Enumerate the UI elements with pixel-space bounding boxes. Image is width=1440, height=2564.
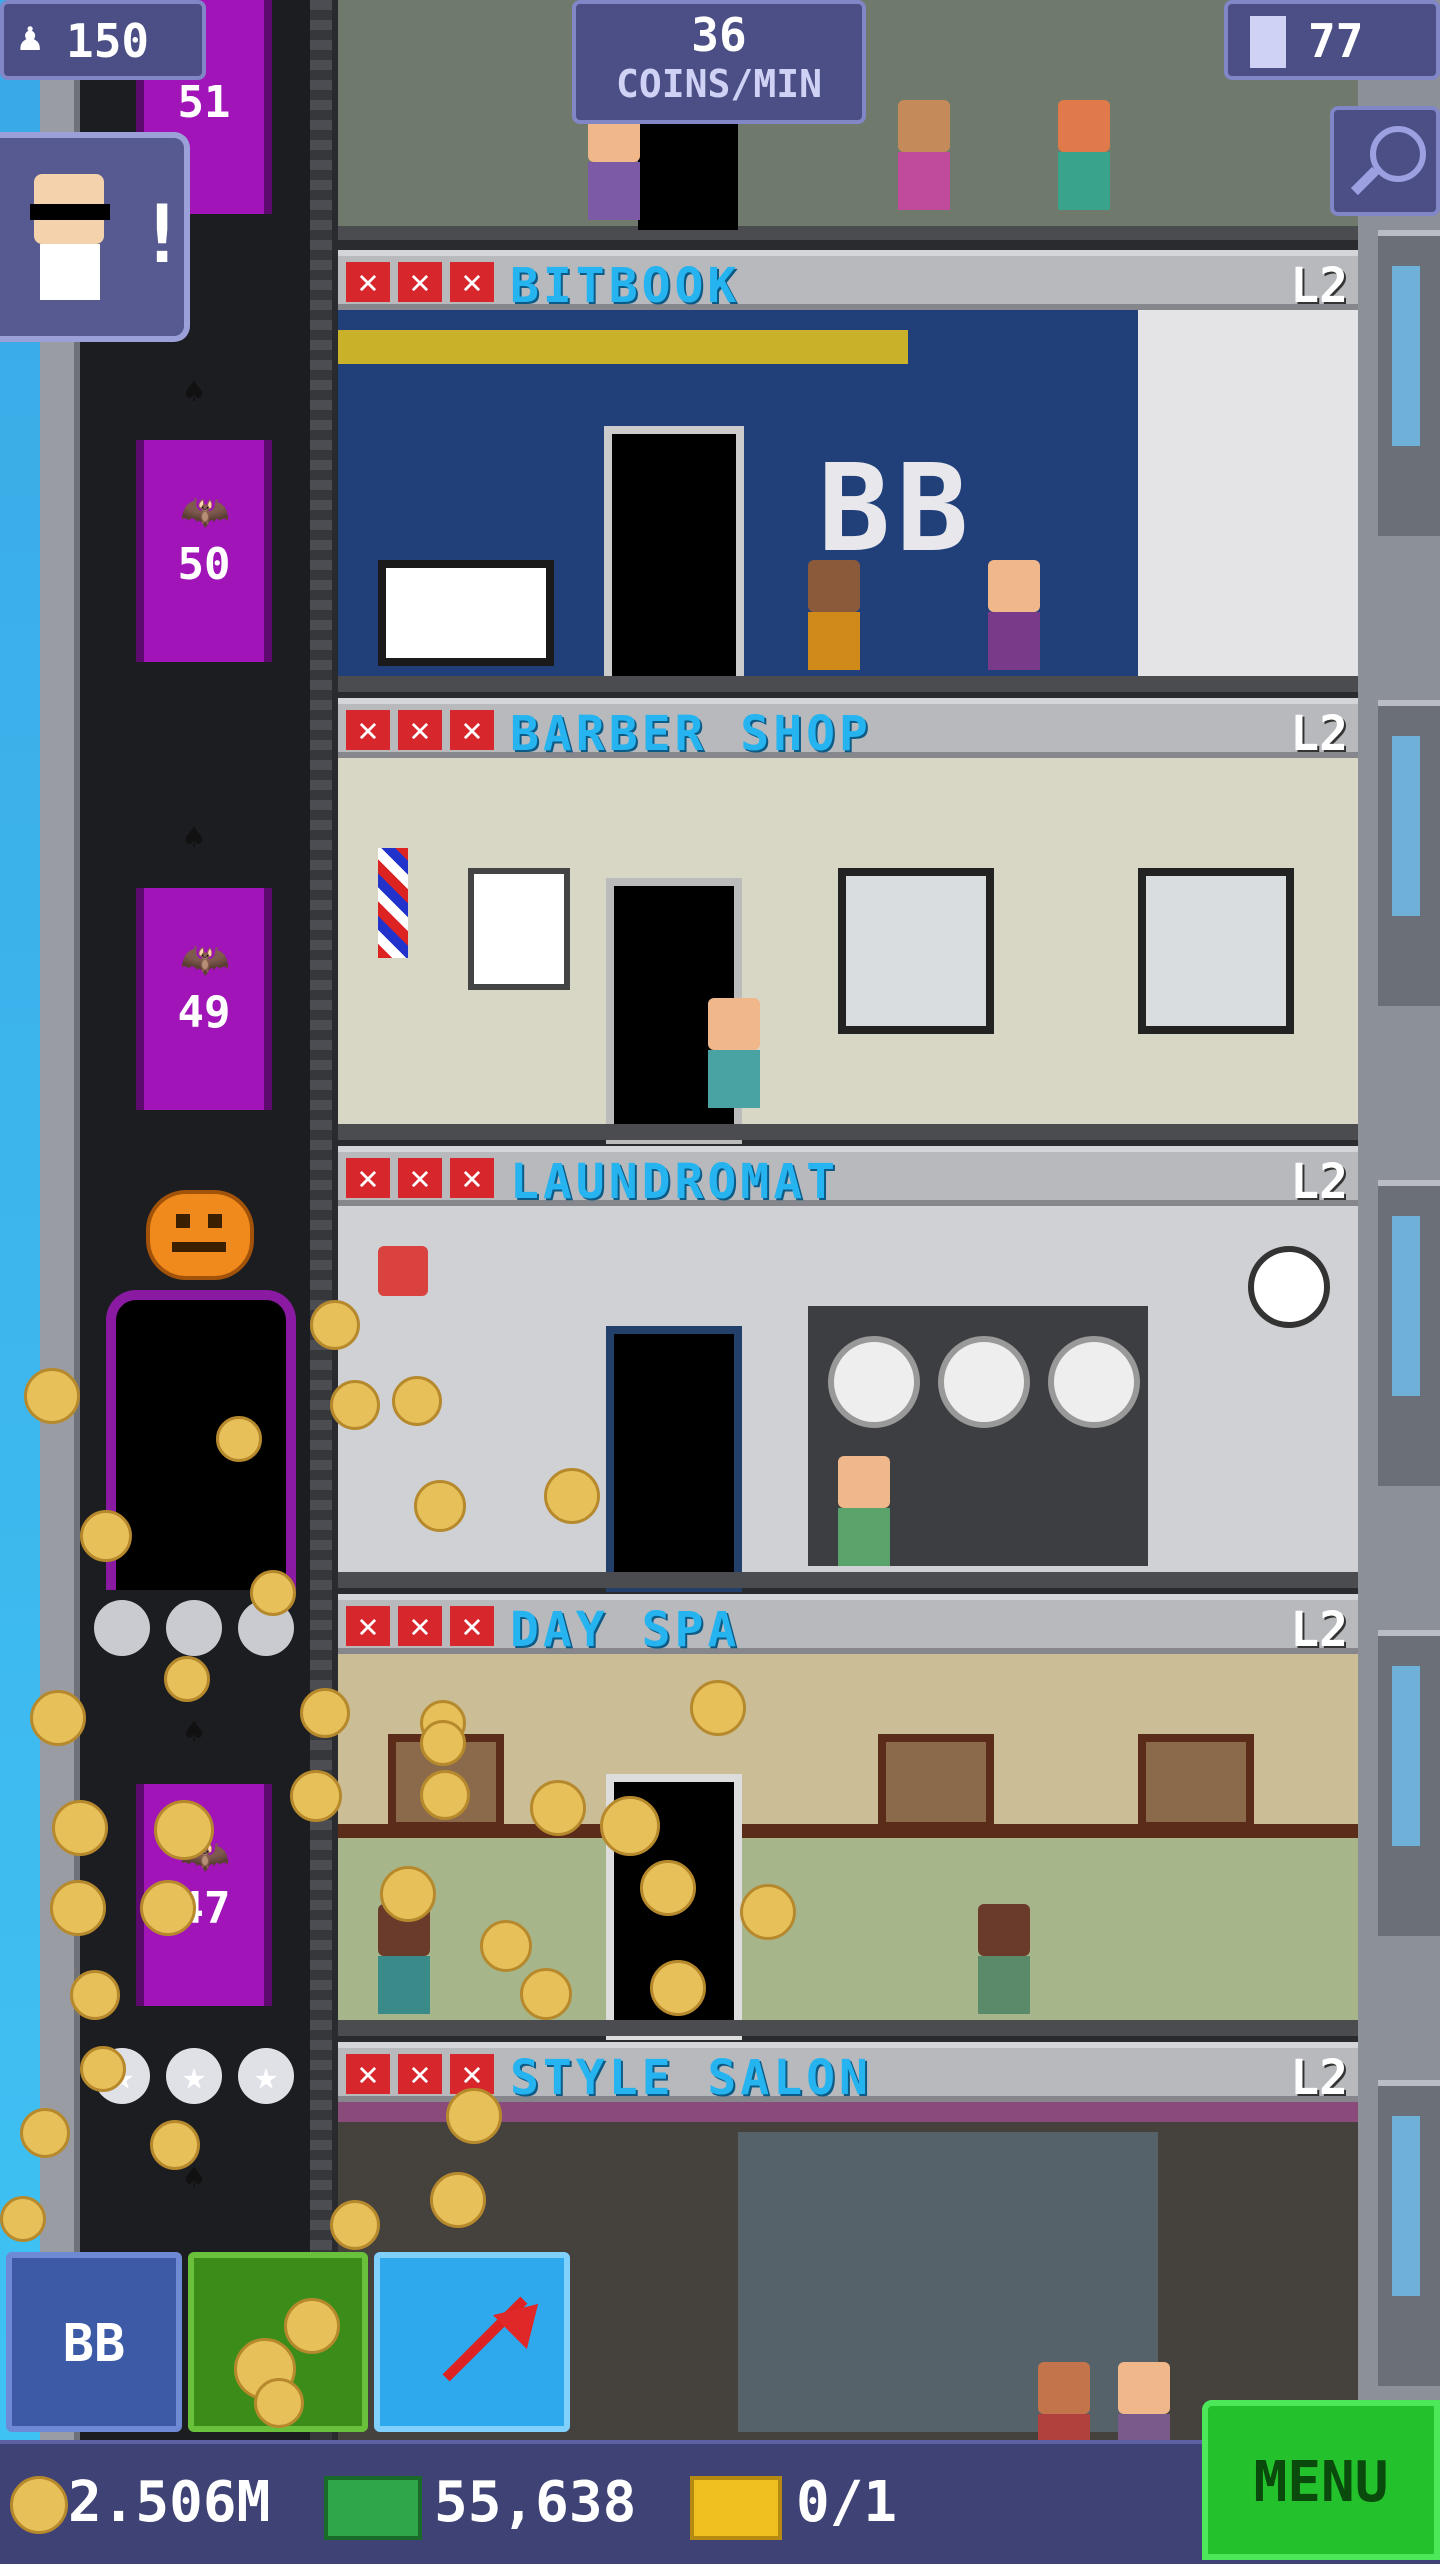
floor-room[interactable]: [338, 1206, 1358, 1592]
floor-room[interactable]: [338, 1654, 1358, 2040]
bux-balance: 55,638: [434, 2470, 637, 2535]
empty-stock-icon: ✕: [450, 1606, 494, 1646]
bitbook-label: BB: [62, 2314, 126, 2374]
elevator-floor-number: 51: [177, 77, 231, 128]
vip-visitor-button[interactable]: !: [0, 132, 190, 342]
population-counter[interactable]: ♟ 150: [0, 0, 206, 80]
spade-icon: ♠: [183, 818, 205, 858]
resident[interactable]: [838, 1456, 890, 1566]
floor-level: L2: [1290, 1602, 1348, 1658]
clock-icon: [1248, 1246, 1330, 1328]
floor-name: STYLE SALON: [510, 2050, 872, 2106]
empty-stock-icon: ✕: [398, 710, 442, 750]
resident[interactable]: [808, 560, 860, 670]
empty-stock-icon: ✕: [346, 1158, 390, 1198]
floor-room[interactable]: BB: [338, 310, 1358, 692]
empty-stock-icon: ✕: [398, 1606, 442, 1646]
tombstone-icon: [166, 1600, 222, 1656]
resident[interactable]: [978, 1904, 1030, 2014]
elevator-car-49[interactable]: 🦇 49: [136, 888, 272, 1110]
coins-rate-value: 36: [691, 8, 747, 62]
coin-icon: [254, 2378, 304, 2428]
coffin-elevator[interactable]: [106, 1290, 296, 1590]
star-icon: ★: [238, 2048, 294, 2104]
empty-stock-icon: ✕: [398, 262, 442, 302]
bitbook-logo: BB: [818, 440, 975, 579]
floor-room[interactable]: [338, 758, 1358, 1144]
side-window: [1378, 1630, 1440, 1936]
population-value: 150: [66, 14, 150, 68]
bat-icon: 🦇: [180, 489, 230, 535]
elevator-cable: [310, 0, 332, 2440]
floor-day-spa[interactable]: ✕ ✕ ✕ DAY SPA L2: [338, 1594, 1358, 2044]
person-icon: ♟: [18, 14, 43, 60]
floor-door: [606, 1326, 742, 1592]
pumpkin-icon: [146, 1190, 254, 1280]
empty-stock-icon: ✕: [398, 1158, 442, 1198]
bitbook-button[interactable]: BB: [6, 2252, 182, 2432]
bux-icon: [324, 2476, 422, 2540]
resident[interactable]: [988, 560, 1040, 670]
floors-counter[interactable]: 77: [1224, 0, 1440, 80]
floor-level: L2: [1290, 2050, 1348, 2106]
no-sign-icon: [378, 1246, 428, 1296]
floor-barber-shop[interactable]: ✕ ✕ ✕ BARBER SHOP L2: [338, 698, 1358, 1148]
floor-door: [604, 426, 744, 692]
floor-header: ✕ ✕ ✕ DAY SPA L2: [338, 1594, 1358, 1658]
floor-bitbook[interactable]: ✕ ✕ ✕ BITBOOK L2 BB: [338, 250, 1358, 700]
coins-button[interactable]: [188, 2252, 368, 2432]
floor-name: DAY SPA: [510, 1602, 741, 1658]
empty-stock-icon: ✕: [346, 262, 390, 302]
floor-name: BITBOOK: [510, 258, 741, 314]
side-window: [1378, 700, 1440, 1006]
empty-stock-icon: ✕: [450, 1158, 494, 1198]
alert-icon: !: [138, 188, 187, 281]
elevator-floor-number: 49: [177, 987, 231, 1038]
side-window: [1378, 1180, 1440, 1486]
resident[interactable]: [898, 100, 950, 210]
empty-stock-icon: ✕: [398, 2054, 442, 2094]
coin-icon: [284, 2298, 340, 2354]
floor-header: ✕ ✕ ✕ BITBOOK L2: [338, 250, 1358, 314]
floor-name: LAUNDROMAT: [510, 1154, 839, 1210]
star-icon: ★: [166, 2048, 222, 2104]
floor-header: ✕ ✕ ✕ BARBER SHOP L2: [338, 698, 1358, 762]
spade-icon: ♠: [183, 372, 205, 412]
tower-left-wall: [40, 0, 80, 2440]
coins-per-minute: 36 COINS/MIN: [572, 0, 866, 124]
coins-balance: 2.506M: [68, 2470, 271, 2535]
coin-icon: [10, 2476, 68, 2534]
floor-header: ✕ ✕ ✕ LAUNDROMAT L2: [338, 1146, 1358, 1210]
empty-stock-icon: ✕: [346, 1606, 390, 1646]
floor-level: L2: [1290, 258, 1348, 314]
elevator-floor-number: 50: [177, 539, 231, 590]
side-window: [1378, 2080, 1440, 2386]
search-button[interactable]: [1330, 106, 1440, 216]
resident[interactable]: [708, 998, 760, 1108]
empty-stock-icon: ✕: [346, 2054, 390, 2094]
floors-value: 77: [1308, 14, 1364, 68]
star-row: ★ ★ ★: [94, 2048, 304, 2104]
menu-button[interactable]: MENU: [1202, 2400, 1440, 2560]
floor-laundromat[interactable]: ✕ ✕ ✕ LAUNDROMAT L2: [338, 1146, 1358, 1596]
raise-elevator-button[interactable]: [374, 2252, 570, 2432]
building-icon: [1250, 16, 1286, 68]
coins-rate-unit: COINS/MIN: [616, 62, 822, 106]
side-window: [1378, 230, 1440, 536]
resident[interactable]: [1058, 100, 1110, 210]
empty-stock-icon: ✕: [450, 262, 494, 302]
menu-label: MENU: [1253, 2450, 1389, 2515]
elevator-car-50[interactable]: 🦇 50: [136, 440, 272, 662]
floor-level: L2: [1290, 706, 1348, 762]
empty-stock-icon: ✕: [346, 710, 390, 750]
floor-name: BARBER SHOP: [510, 706, 872, 762]
ticket-icon: [690, 2476, 782, 2540]
tombstone-icon: [94, 1600, 150, 1656]
empty-stock-icon: ✕: [450, 710, 494, 750]
floor-level: L2: [1290, 1154, 1348, 1210]
spade-icon: ♠: [183, 1712, 205, 1752]
resident[interactable]: [588, 110, 640, 220]
tickets-count: 0/1: [796, 2470, 898, 2535]
bat-icon: 🦇: [180, 937, 230, 983]
